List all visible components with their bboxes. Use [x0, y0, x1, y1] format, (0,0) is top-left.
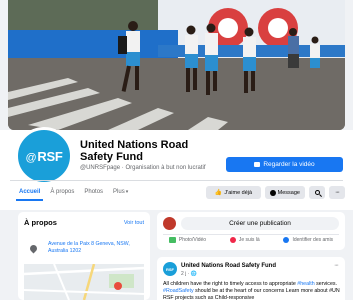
post-text-part-1: All children have the right to timely ac… [163, 281, 298, 287]
post-author-name[interactable]: United Nations Road Safety Fund [181, 263, 276, 269]
caret-down-icon: ▾ [125, 189, 129, 195]
tab-about[interactable]: À propos [45, 186, 79, 201]
page-title: United Nations Road Safety Fund [80, 139, 189, 163]
hashtag-roadsafety[interactable]: #RoadSafety [163, 288, 194, 294]
map-graphic [24, 264, 144, 300]
about-title: À propos [24, 218, 57, 227]
header-divider [10, 180, 343, 181]
post-body: All children have the right to timely ac… [163, 281, 341, 300]
video-icon [254, 162, 261, 167]
photo-video-label: Photo/Vidéo [178, 237, 207, 243]
tab-about-label: À propos [50, 189, 75, 195]
tab-home-label: Accueil [19, 189, 41, 195]
post-more-icon[interactable]: ··· [334, 262, 339, 269]
search-icon [314, 190, 320, 195]
message-label: Message [277, 189, 300, 196]
composer-actions: Photo/Vidéo Je suis là Identifier des am… [157, 237, 345, 243]
tag-friends-label: Identifier des amis [292, 237, 334, 243]
create-post-button[interactable]: Créer une publication [181, 217, 339, 230]
tag-people-icon [283, 237, 290, 243]
hashtag-health[interactable]: #health [297, 281, 314, 287]
feed-post: RSF United Nations Road Safety Fund 2 j … [157, 257, 345, 300]
about-card: À propos Voir tout Avenue de la Paix 8 G… [18, 212, 150, 300]
location-map[interactable] [24, 264, 144, 300]
post-author-avatar[interactable]: RSF [163, 262, 177, 276]
more-options-button[interactable]: ··· [329, 186, 345, 199]
message-button[interactable]: Message [265, 186, 305, 199]
avatar-initials: RSF [37, 148, 63, 164]
avatar-logo-text: @RSF [26, 149, 63, 164]
page-subtitle: @UNRSFpage · Organisation à but non lucr… [80, 165, 206, 171]
tab-more-label: Plus [113, 189, 125, 195]
composer-divider [163, 234, 339, 235]
post-text-part-2: services. [314, 281, 338, 287]
cover-photo[interactable] [8, 0, 345, 130]
globe-icon: 🌐 [190, 271, 197, 277]
post-time-value: 2 j [181, 271, 187, 277]
page-avatar[interactable]: @RSF [15, 127, 73, 185]
search-button[interactable] [309, 186, 325, 199]
page-actions: 👍 J'aime déjà Message ··· [206, 186, 345, 199]
page-category: Organisation à but non lucratif [125, 165, 206, 171]
post-timestamp[interactable]: 2 j · 🌐 [181, 271, 197, 277]
tab-more[interactable]: Plus▾ [108, 186, 133, 201]
page-header: @RSF United Nations Road Safety Fund @UN… [0, 127, 353, 210]
tab-photos[interactable]: Photos [79, 186, 108, 201]
thumbs-up-icon: 👍 [214, 190, 223, 196]
photo-video-button[interactable]: Photo/Vidéo [168, 237, 207, 243]
messenger-icon [270, 189, 276, 196]
subtitle-separator: · [121, 165, 124, 171]
like-button[interactable]: 👍 J'aime déjà [206, 186, 261, 199]
post-composer: Créer une publication Photo/Vidéo Je sui… [157, 212, 345, 250]
page-handle: @UNRSFpage [80, 165, 121, 171]
tab-home[interactable]: Accueil [14, 186, 45, 201]
watch-video-label: Regarder la vidéo [263, 161, 315, 168]
check-in-button[interactable]: Je suis là [229, 237, 260, 243]
location-icon [229, 237, 236, 243]
facebook-page: @RSF United Nations Road Safety Fund @UN… [0, 0, 353, 300]
check-in-label: Je suis là [238, 237, 260, 243]
watch-video-button[interactable]: Regarder la vidéo [226, 157, 343, 172]
avatar-at-sign: @ [25, 151, 37, 164]
more-dots-icon: ··· [335, 189, 340, 196]
like-label: J'aime déjà [224, 189, 253, 196]
page-tabs: Accueil À propos Photos Plus▾ [14, 186, 133, 201]
location-pin-icon [28, 243, 39, 254]
cover-image [8, 0, 345, 130]
user-avatar[interactable] [163, 217, 176, 230]
photo-icon [168, 237, 176, 243]
tag-friends-button[interactable]: Identifier des amis [283, 237, 333, 243]
see-all-link[interactable]: Voir tout [124, 220, 144, 226]
tab-photos-label: Photos [84, 189, 104, 195]
post-avatar-initials: RSF [166, 266, 174, 272]
address-link[interactable]: Avenue de la Paix 8 Geneva, NSW, Austral… [48, 241, 133, 255]
